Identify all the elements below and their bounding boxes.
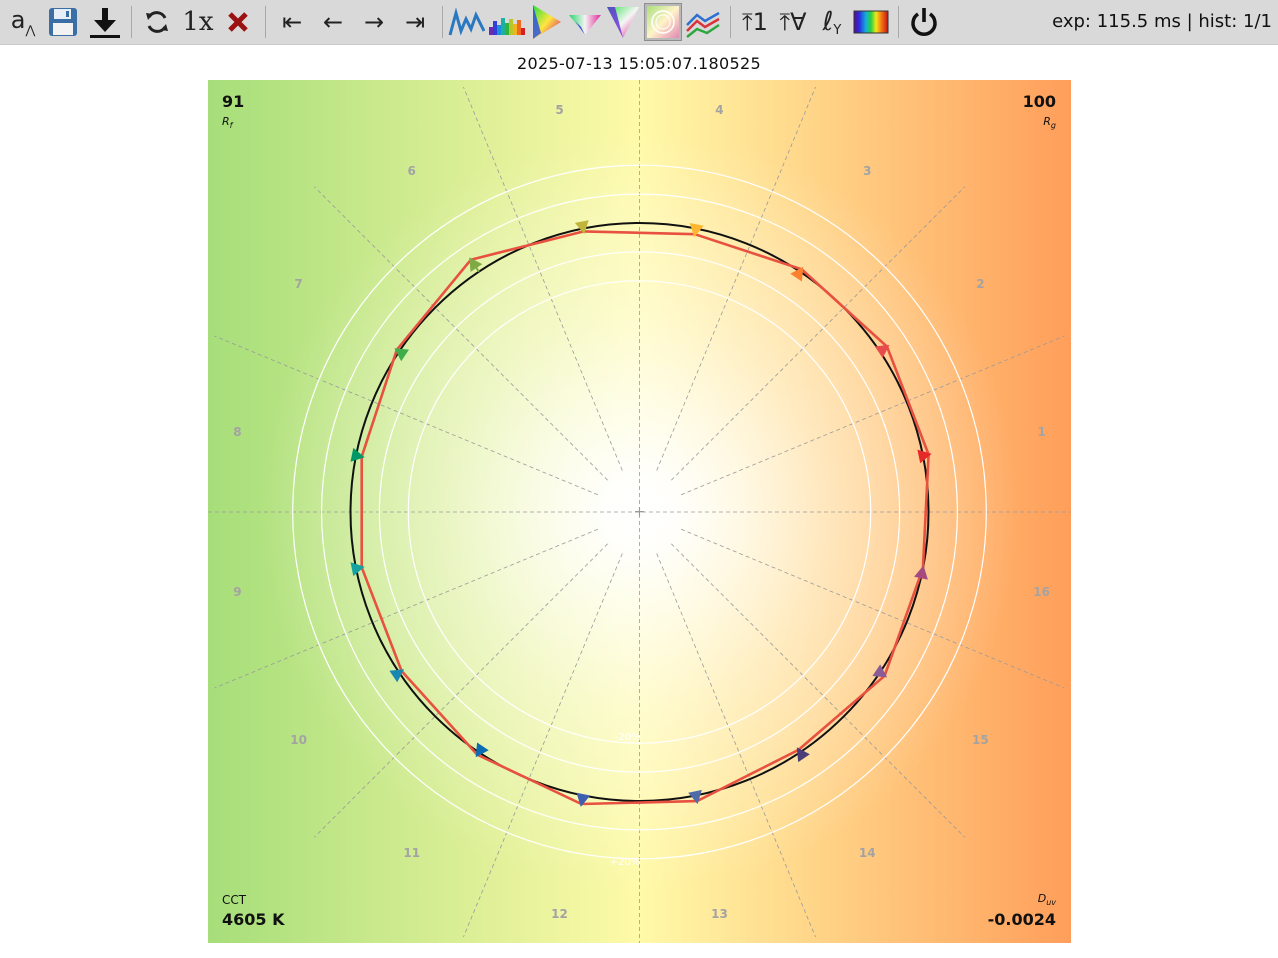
hue-bin-label: 3: [863, 164, 871, 178]
cie1931-button[interactable]: [528, 3, 566, 41]
refresh-icon: [146, 11, 168, 33]
luminance-icon: ℓ: [822, 7, 834, 37]
ring-label-plus: +20%: [610, 857, 641, 868]
duv-value: -0.0024: [987, 910, 1056, 929]
spectrum-line-icon: [448, 7, 486, 36]
luminance-button[interactable]: ℓ Y: [814, 3, 850, 41]
close-icon: [228, 12, 248, 32]
hue-bin-label: 2: [976, 277, 984, 291]
rg-label: Rg: [1043, 115, 1056, 131]
last-button[interactable]: ⇥: [397, 3, 433, 41]
duv-label: Duv: [1037, 892, 1056, 908]
hue-bin-label: 1: [1037, 425, 1045, 439]
clear-button[interactable]: [222, 3, 254, 41]
hue-bin-label: 13: [711, 907, 728, 921]
speed-label: 1x: [182, 7, 214, 37]
cie1960-button[interactable]: [604, 3, 642, 41]
hue-bin-label: 14: [859, 846, 876, 860]
last-icon: ⇥: [404, 8, 426, 36]
cie1976-icon: [569, 15, 601, 35]
hue-bin-label: 4: [715, 103, 723, 117]
prev-icon: ←: [322, 8, 344, 36]
rg-value: 100: [1022, 92, 1056, 111]
spectrum-colors-icon: [853, 10, 889, 34]
hue-bin-label: 16: [1033, 585, 1050, 599]
download-button[interactable]: [86, 3, 124, 41]
measurement-timestamp: 2025-07-13 15:05:07.180525: [517, 54, 761, 73]
compare-lines-button[interactable]: [684, 3, 722, 41]
auto-scale-icon: a: [10, 6, 26, 34]
hue-bin-label: 8: [233, 425, 241, 439]
cie1960-icon: [607, 7, 639, 38]
hue-bin-label: 11: [403, 846, 420, 860]
hue-bin-label: 15: [972, 733, 989, 747]
save-button[interactable]: [44, 3, 82, 41]
hue-bin-label: 5: [555, 103, 563, 117]
compare-lines-icon: [686, 11, 720, 38]
center-marker: +: [634, 504, 646, 520]
status-text: exp: 115.5 ms | hist: 1/1: [1052, 11, 1272, 32]
next-icon: →: [363, 8, 385, 36]
floppy-disk-icon: [49, 8, 77, 36]
spectrum-line-button[interactable]: [448, 3, 486, 41]
cie1931-icon: [533, 5, 561, 39]
cie1976-button[interactable]: [566, 3, 604, 41]
cct-label: CCT: [222, 893, 247, 907]
rf-value: 91: [222, 92, 245, 111]
hue-bin-label: 9: [233, 585, 241, 599]
toolbar: a ⋀ 1x ⇤ ← → ⇥ ⤒1 ⤒∀ ℓ Y exp: 115.5 ms |…: [0, 0, 1278, 45]
auto-scale-button[interactable]: a ⋀: [6, 3, 40, 41]
normalize-one-icon: ⤒1: [742, 8, 768, 36]
cct-value: 4605 K: [222, 910, 285, 929]
hue-bin-label: 12: [551, 907, 568, 921]
refresh-button[interactable]: [140, 3, 174, 41]
prev-button[interactable]: ←: [315, 3, 351, 41]
color-vector-graphic: 123456789101112 13141516 + -20% +20%: [208, 80, 1071, 943]
spectrum-bar-icon: [489, 18, 525, 35]
rf-label: Rf: [222, 115, 233, 131]
hue-bin-label: 10: [290, 733, 307, 747]
color-vector-plot: 1 2 3 4 5 6 7 8 9 10 11 12 13 14 15 16 + -20% +20% 91 R…: [208, 80, 1071, 943]
normalize-all-button[interactable]: ⤒∀: [774, 3, 812, 41]
first-button[interactable]: ⇤: [274, 3, 310, 41]
normalize-one-button[interactable]: ⤒1: [736, 3, 774, 41]
spectrum-bar-button[interactable]: [488, 3, 526, 41]
next-button[interactable]: →: [356, 3, 392, 41]
first-icon: ⇤: [281, 8, 303, 36]
normalize-all-icon: ⤒∀: [779, 8, 807, 36]
ring-label-minus: -20%: [615, 732, 641, 743]
hue-bin-label: 7: [294, 277, 302, 291]
hue-bin-label: 6: [408, 164, 416, 178]
spectrum-colors-button[interactable]: [852, 3, 890, 41]
download-icon: [90, 8, 120, 38]
speed-button[interactable]: 1x: [178, 3, 218, 41]
power-button[interactable]: [904, 3, 944, 41]
color-vector-icon: [647, 6, 679, 38]
power-icon: [911, 8, 937, 36]
color-vector-button[interactable]: [644, 3, 682, 41]
